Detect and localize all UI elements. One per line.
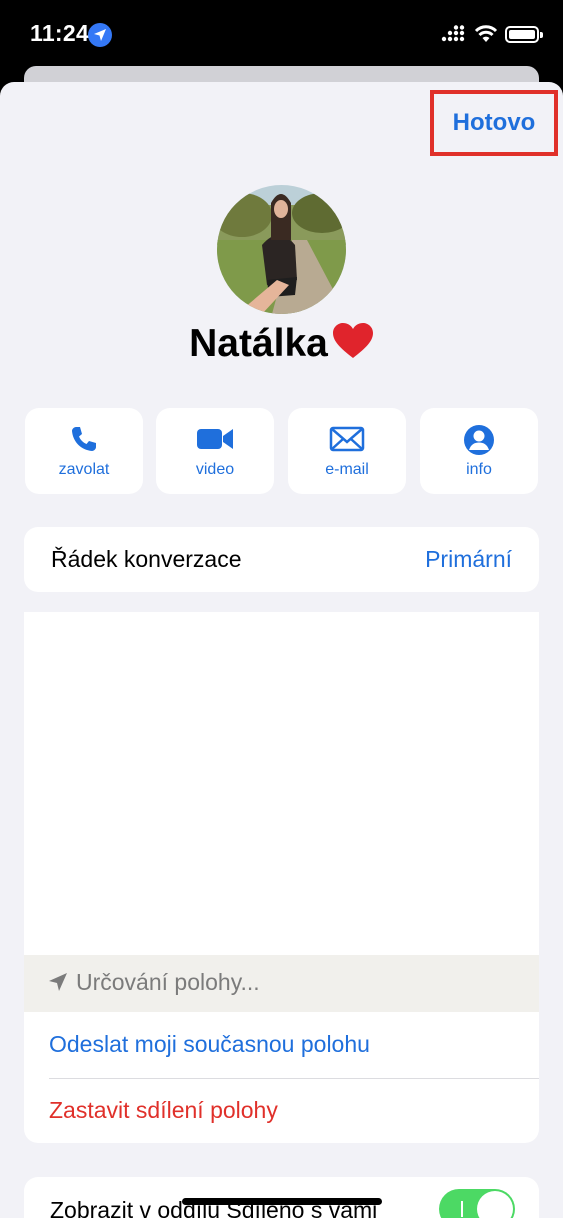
heart-icon	[332, 323, 373, 358]
status-time: 11:24	[30, 20, 90, 46]
home-indicator[interactable]	[182, 1198, 382, 1205]
send-current-location-button[interactable]: Odeslat moji současnou polohu	[49, 1031, 370, 1058]
conversation-row-label: Řádek konverzace	[51, 546, 242, 572]
email-button[interactable]: e-mail	[288, 408, 406, 494]
location-map[interactable]	[24, 612, 539, 955]
info-button[interactable]: info	[420, 408, 538, 494]
contact-name-text: Natálka	[189, 322, 328, 365]
avatar-photo	[217, 185, 346, 314]
shared-with-you-toggle[interactable]	[439, 1189, 515, 1218]
conversation-row-value[interactable]: Primární	[425, 546, 512, 573]
email-label: e-mail	[325, 461, 369, 478]
battery-icon	[505, 26, 543, 43]
toggle-on-indicator	[461, 1201, 463, 1217]
location-status-bar: Určování polohy...	[24, 955, 539, 1012]
location-card: Určování polohy... Odeslat moji současno…	[24, 612, 539, 1143]
phone-icon	[25, 424, 143, 456]
location-arrow-icon	[49, 973, 67, 991]
call-label: zavolat	[58, 461, 110, 478]
mail-icon	[288, 424, 406, 456]
toggle-knob	[477, 1191, 513, 1218]
video-label: video	[195, 461, 235, 478]
conversation-row[interactable]: Řádek konverzace Primární	[24, 527, 539, 592]
stop-sharing-location-button[interactable]: Zastavit sdílení polohy	[49, 1097, 278, 1124]
wifi-icon	[474, 25, 498, 42]
person-icon	[420, 424, 538, 456]
done-button[interactable]: Hotovo	[430, 90, 558, 156]
location-status-text: Určování polohy...	[76, 969, 260, 995]
contact-name: Natálka	[0, 322, 563, 366]
cellular-signal-icon	[441, 25, 465, 42]
status-bar: 11:24	[0, 0, 563, 66]
video-button[interactable]: video	[156, 408, 274, 494]
avatar[interactable]	[217, 185, 346, 314]
info-label: info	[466, 461, 492, 478]
call-button[interactable]: zavolat	[25, 408, 143, 494]
location-services-icon	[88, 23, 112, 47]
divider	[49, 1078, 539, 1079]
video-icon	[156, 424, 274, 456]
